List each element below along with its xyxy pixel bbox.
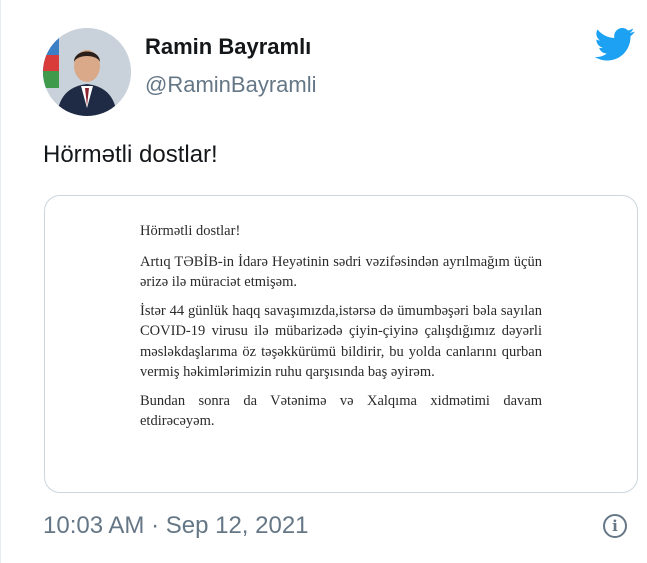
- author-display-name[interactable]: Ramin Bayramlı: [145, 34, 311, 60]
- letter-document: Hörmətli dostlar! Artıq TƏBİB-in İdarə H…: [140, 221, 542, 440]
- tweet-image-attachment[interactable]: Hörmətli dostlar! Artıq TƏBİB-in İdarə H…: [44, 195, 638, 493]
- letter-greeting: Hörmətli dostlar!: [140, 223, 241, 239]
- profile-photo-icon: [43, 28, 131, 116]
- letter-paragraph: Bundan sonra da Vətənimə və Xalqıma xidm…: [140, 392, 542, 430]
- twitter-bird-icon[interactable]: [593, 24, 637, 64]
- letter-paragraph: Artıq TƏBİB-in İdarə Heyətinin sədri vəz…: [140, 253, 542, 291]
- info-icon[interactable]: i: [603, 514, 627, 538]
- author-avatar[interactable]: [43, 28, 131, 116]
- letter-paragraph: İstər 44 günlük haqq savaşımızda,istərsə…: [140, 302, 542, 381]
- tweet-timestamp[interactable]: 10:03 AM · Sep 12, 2021: [43, 512, 309, 540]
- author-handle[interactable]: @RaminBayramli: [145, 72, 316, 98]
- tweet-card: Ramin Bayramlı @RaminBayramli Hörmətli d…: [0, 0, 647, 563]
- tweet-text: Hörmətli dostlar!: [43, 141, 218, 168]
